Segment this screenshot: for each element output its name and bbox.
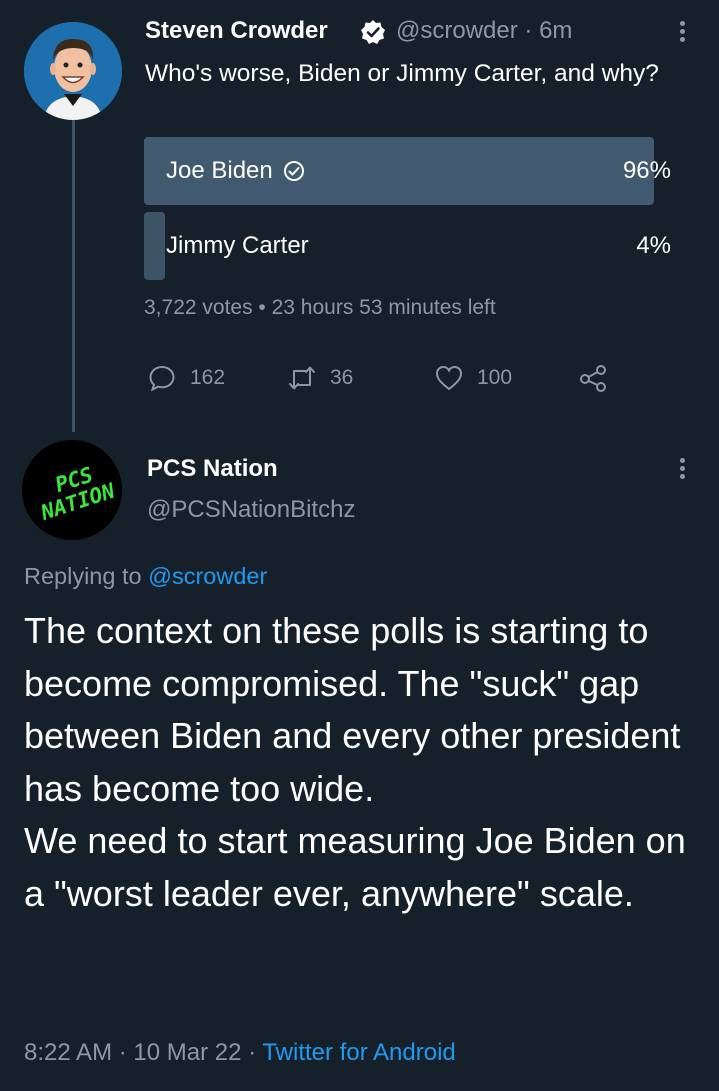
reply-button[interactable]: 162 <box>146 362 225 394</box>
replying-prefix: Replying to <box>24 563 149 589</box>
retweet-count: 36 <box>330 366 354 389</box>
thread-line <box>72 120 75 432</box>
reply-icon <box>149 365 175 392</box>
author-name[interactable]: PCS Nation <box>147 455 278 483</box>
like-count: 100 <box>477 366 513 389</box>
tweet-text: The context on these polls is starting t… <box>24 605 704 920</box>
verified-badge-icon <box>361 20 385 44</box>
pcs-nation-logo-icon: PCS NATION <box>22 440 122 540</box>
share-icon <box>580 365 606 392</box>
reply-count: 162 <box>190 366 226 389</box>
poll-percent: 4% <box>636 232 671 259</box>
retweet-icon <box>289 366 315 390</box>
more-options-icon[interactable] <box>672 455 692 485</box>
retweet-button[interactable]: 36 <box>286 362 353 394</box>
tweet-time: · 6m <box>524 17 573 44</box>
poll-bar <box>144 212 166 280</box>
tweet-timestamp: 8:22 AM · 10 Mar 22 · Twitter for Androi… <box>24 1039 456 1067</box>
poll-meta: 3,722 votes • 23 hours 53 minutes left <box>144 296 496 319</box>
handle-text: @scrowder <box>396 17 518 44</box>
author-name[interactable]: Steven Crowder <box>145 17 328 45</box>
poll-option-label: Joe Biden <box>166 137 305 205</box>
check-circle-icon <box>283 161 304 181</box>
timestamp-text: 8:22 AM · 10 Mar 22 · <box>24 1039 263 1066</box>
like-button[interactable]: 100 <box>433 362 512 394</box>
tweet-text: Who's worse, Biden or Jimmy Carter, and … <box>145 60 659 87</box>
source-link[interactable]: Twitter for Android <box>262 1039 455 1066</box>
poll-option-label: Jimmy Carter <box>166 232 309 259</box>
tweet-paragraph: We need to start measuring Joe Biden on … <box>24 820 686 914</box>
more-options-icon[interactable] <box>672 18 692 48</box>
author-handle[interactable]: @PCSNationBitchz <box>147 496 355 524</box>
avatar-face-icon <box>24 22 122 120</box>
tweet-paragraph: The context on these polls is starting t… <box>24 610 681 809</box>
poll-percent: 96% <box>622 157 671 184</box>
replying-to-link[interactable]: @scrowder <box>148 563 267 589</box>
replying-to: Replying to @scrowder <box>24 563 267 590</box>
poll-option: Joe Biden 96% <box>144 137 675 205</box>
like-icon <box>435 365 463 391</box>
avatar[interactable] <box>24 22 122 120</box>
avatar[interactable]: PCS NATION <box>22 440 122 540</box>
poll-option: Jimmy Carter 4% <box>144 212 675 280</box>
author-handle[interactable]: @scrowder · 6m <box>396 17 572 45</box>
share-button[interactable] <box>577 362 621 394</box>
